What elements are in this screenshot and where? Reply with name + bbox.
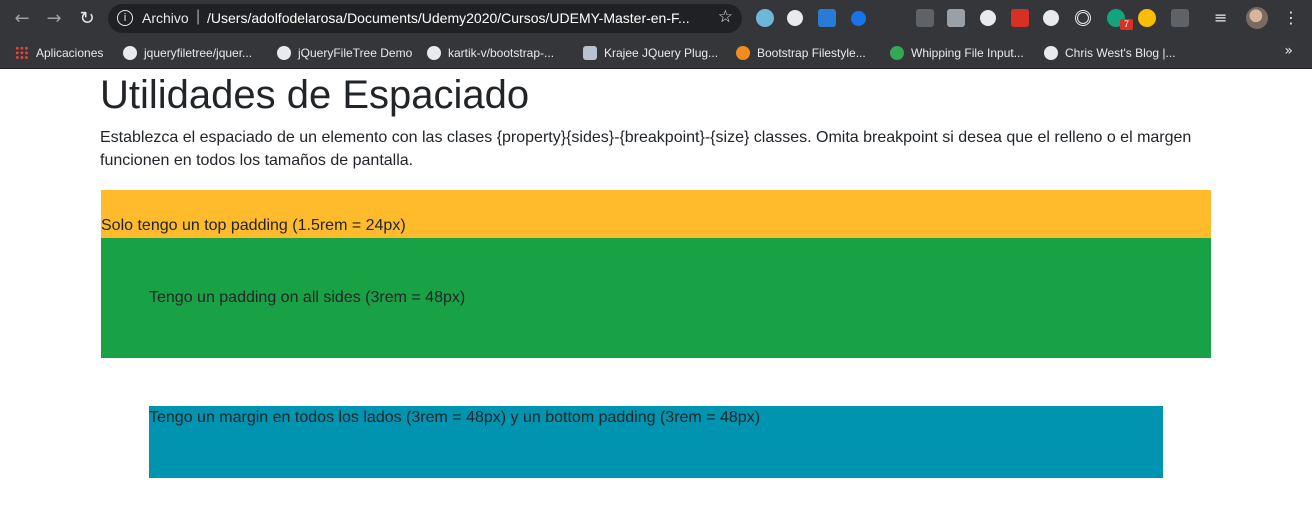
github-icon xyxy=(427,46,441,60)
address-bar[interactable]: i Archivo | /Users/adolfodelarosa/Docume… xyxy=(108,4,742,33)
bookmark-label: jQueryFileTree Demo xyxy=(298,46,413,60)
bookmark-bootstrap-filestyle[interactable]: Bootstrap Filestyle... xyxy=(736,43,866,63)
extension-check-icon[interactable] xyxy=(851,11,866,26)
bookmark-label: Chris West's Blog |... xyxy=(1065,46,1176,60)
extension-magnifier-icon[interactable] xyxy=(1138,9,1156,27)
bookmark-kartik-bootstrap[interactable]: kartik-v/bootstrap-... xyxy=(427,43,554,63)
github-icon xyxy=(123,46,137,60)
extension-s-icon[interactable] xyxy=(818,9,836,27)
apps-grid-icon xyxy=(15,46,29,60)
bookmark-label: Whipping File Input... xyxy=(911,46,1024,60)
media-queue-icon[interactable]: ≡ xyxy=(1214,8,1227,27)
padding-all-box: Tengo un padding on all sides (3rem = 48… xyxy=(101,238,1211,358)
krajee-k-icon xyxy=(583,46,597,60)
extension-off-icon[interactable] xyxy=(1011,9,1029,27)
extension-circle-icon[interactable] xyxy=(980,10,996,26)
extension-target-icon[interactable] xyxy=(1075,10,1091,26)
bookmark-label: Krajee JQuery Plug... xyxy=(604,46,719,60)
page-content: Utilidades de Espaciado Establezca el es… xyxy=(0,70,1312,512)
extension-page-icon[interactable] xyxy=(947,9,965,27)
bookmark-jqueryfiletree[interactable]: jqueryfiletree/jquer... xyxy=(123,43,252,63)
page-lead: Establezca el espaciado de un elemento c… xyxy=(100,129,1192,169)
bookmark-label: Bootstrap Filestyle... xyxy=(757,46,866,60)
address-url[interactable]: /Users/adolfodelarosa/Documents/Udemy202… xyxy=(207,10,707,26)
site-info-icon[interactable]: i xyxy=(117,10,133,26)
back-arrow-icon[interactable]: ← xyxy=(11,8,33,30)
extension-moon-icon[interactable] xyxy=(1043,10,1059,26)
extension-wave-icon[interactable] xyxy=(756,9,774,27)
bookmark-krajee[interactable]: Krajee JQuery Plug... xyxy=(583,43,718,63)
bookmark-whipping-file-input[interactable]: Whipping File Input... xyxy=(890,43,1024,63)
extension-code-icon[interactable] xyxy=(1171,9,1189,27)
address-scheme-label: Archivo xyxy=(142,10,189,26)
margin-padding-bottom-box: Tengo un margin en todos los lados (3rem… xyxy=(149,406,1163,478)
padding-top-box: Solo tengo un top padding (1.5rem = 24px… xyxy=(101,190,1211,238)
bookmark-label: Aplicaciones xyxy=(36,46,104,60)
bookmark-label: kartik-v/bootstrap-... xyxy=(448,46,555,60)
bookmark-star-icon[interactable]: ☆ xyxy=(718,7,733,27)
leaf-icon xyxy=(890,46,904,60)
reload-icon[interactable]: ↻ xyxy=(76,8,98,30)
orange-fruit-icon xyxy=(736,46,750,60)
globe-icon xyxy=(277,46,291,60)
page-title: Utilidades de Espaciado xyxy=(100,73,530,117)
extension-badge: 7 xyxy=(1120,19,1133,30)
bookmark-jqueryfiletree-demo[interactable]: jQueryFileTree Demo xyxy=(277,43,412,63)
extension-terminal-icon[interactable] xyxy=(916,9,934,27)
forward-arrow-icon[interactable]: → xyxy=(43,8,65,30)
bookmark-apps[interactable]: Aplicaciones xyxy=(15,43,103,63)
more-menu-icon[interactable]: ⋮ xyxy=(1283,8,1299,27)
extension-search-icon[interactable] xyxy=(787,10,803,26)
browser-toolbar: ← → ↻ i Archivo | /Users/adolfodelarosa/… xyxy=(0,0,1312,37)
address-separator: | xyxy=(196,8,201,25)
bookmark-label: jqueryfiletree/jquer... xyxy=(144,46,253,60)
profile-avatar[interactable] xyxy=(1246,7,1268,29)
bookmark-chris-west-blog[interactable]: Chris West's Blog |... xyxy=(1044,43,1176,63)
globe-icon xyxy=(1044,46,1058,60)
bookmarks-overflow-icon[interactable]: » xyxy=(1284,43,1293,59)
bookmarks-bar: Aplicaciones jqueryfiletree/jquer... jQu… xyxy=(0,37,1312,69)
